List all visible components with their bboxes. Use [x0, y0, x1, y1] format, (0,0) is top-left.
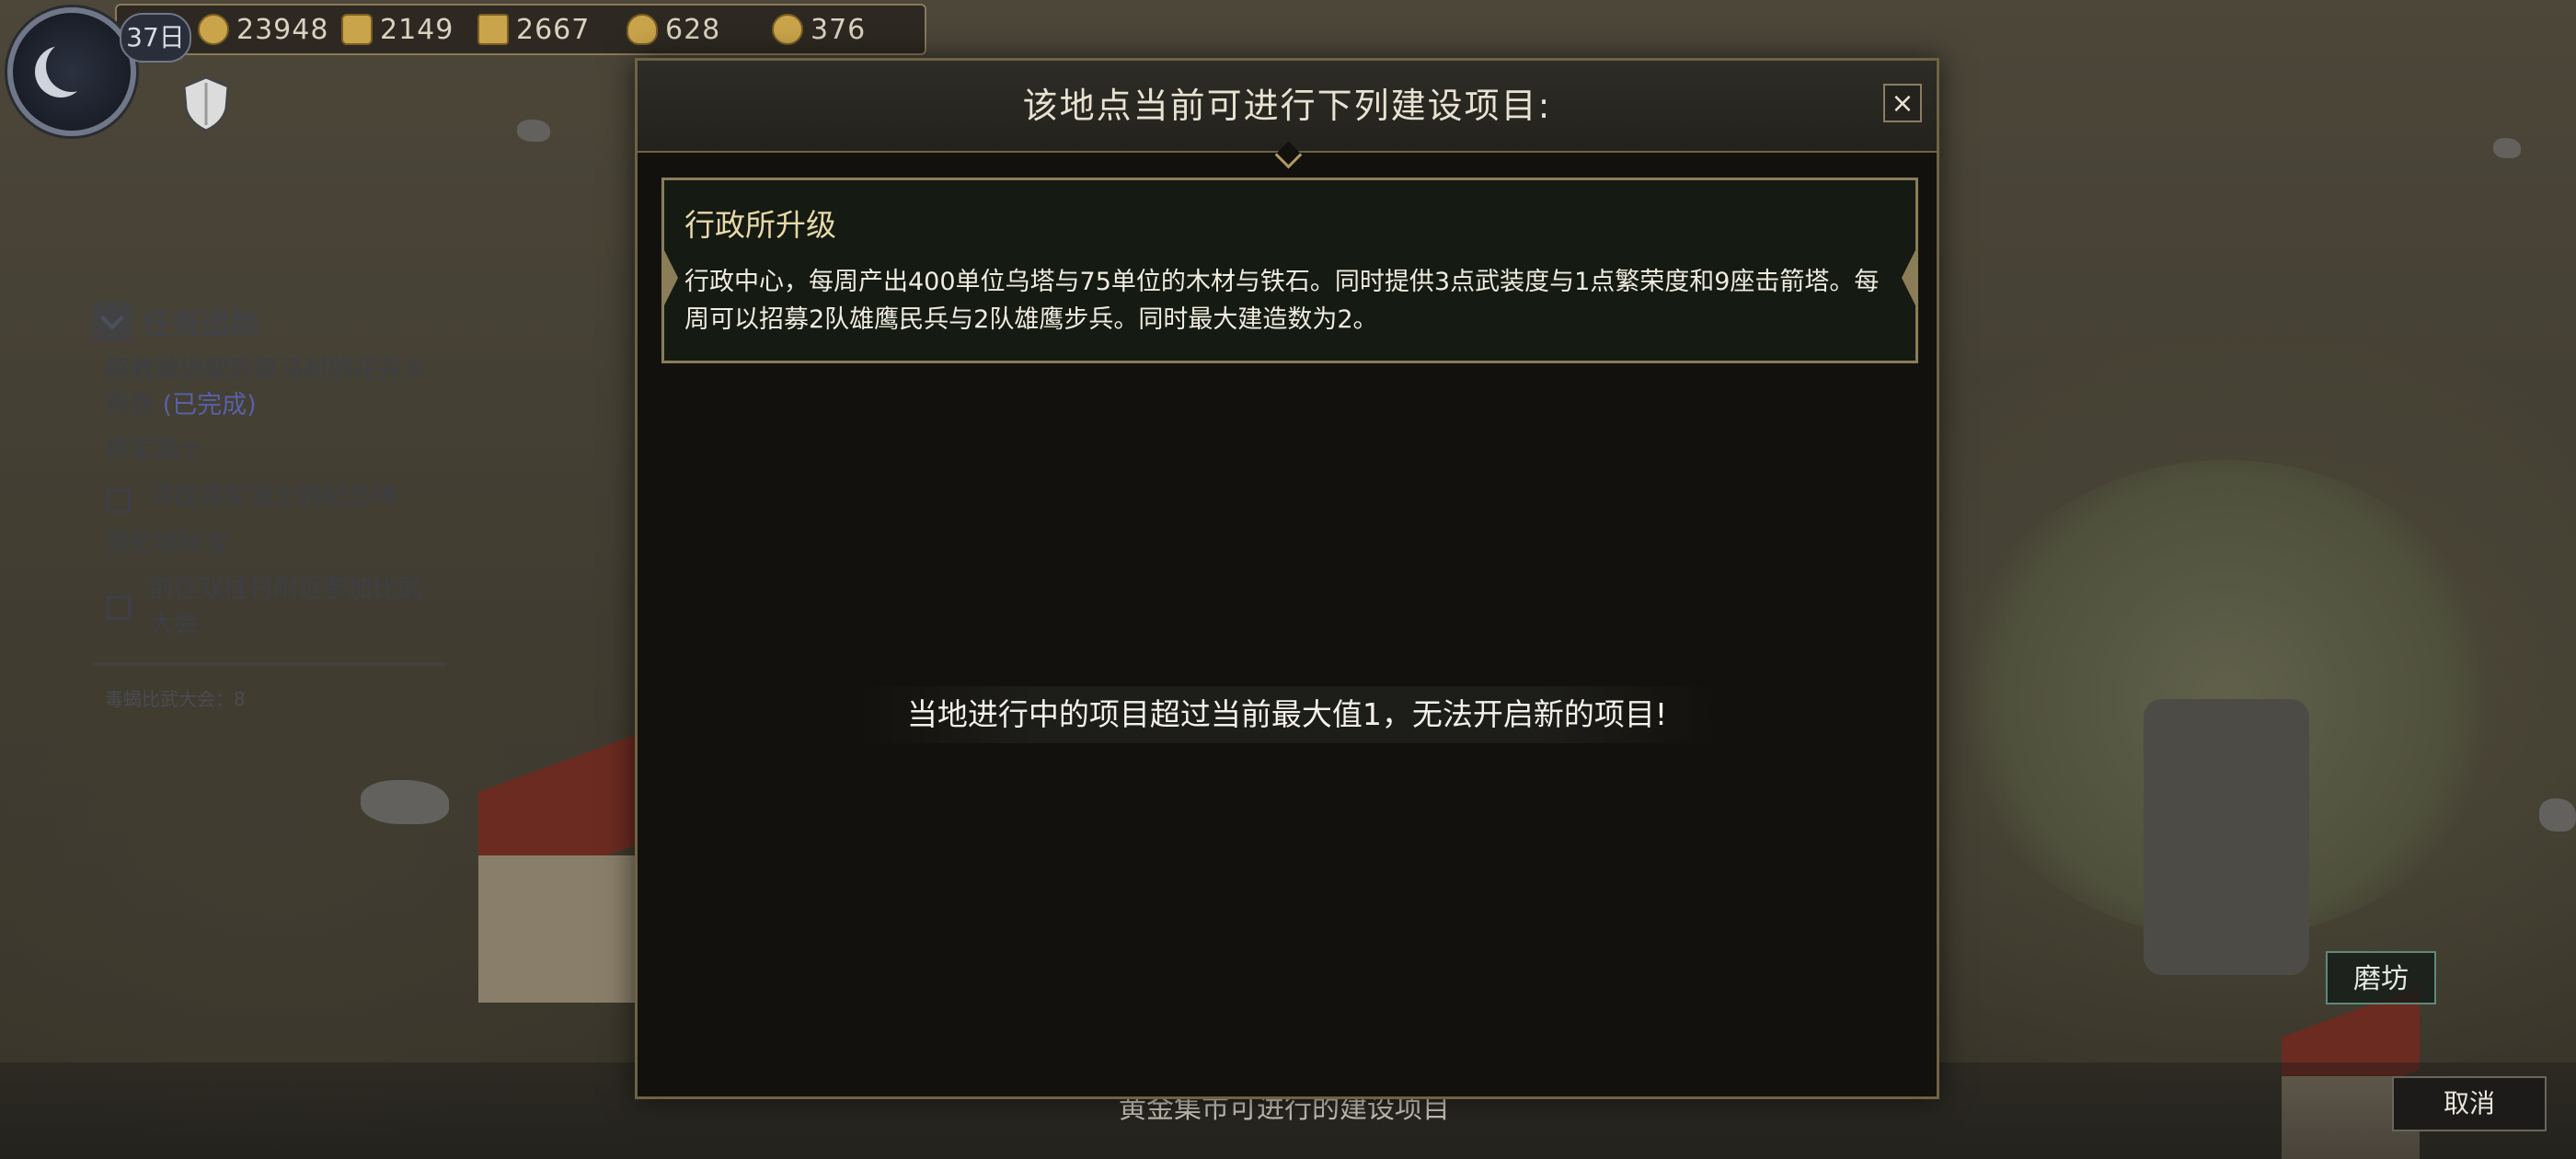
day-counter: 37日 — [120, 13, 191, 63]
card-edge-ornament — [1902, 245, 1918, 311]
grain-sack-icon — [627, 14, 658, 45]
project-card[interactable]: 行政所升级 行政中心，每周产出400单位乌塔与75单位的木材与铁石。同时提供3点… — [661, 178, 1918, 363]
quest-tracker-title: 任务追踪 — [142, 306, 260, 341]
objective-checkbox — [107, 596, 131, 620]
horn-icon — [772, 14, 803, 45]
warning-message: 当地进行中的项目超过当前最大值1，无法开启新的项目! — [906, 696, 1668, 732]
iron-ingot-icon — [477, 14, 509, 45]
quest-note: 毒蝎比武大会：8 — [105, 688, 246, 710]
dialog-title: 该地点当前可进行下列建设项目: — [1022, 86, 1552, 126]
shield-icon[interactable] — [180, 75, 232, 132]
resource-grain: 628 — [627, 12, 720, 47]
moon-icon — [46, 40, 98, 92]
construction-dialog: 该地点当前可进行下列建设项目: × 行政所升级 行政中心，每周产出400单位乌塔… — [635, 58, 1939, 1099]
resource-value: 628 — [665, 13, 721, 46]
resource-bar: 23948 2149 2667 628 376 — [115, 4, 926, 55]
day-night-clock[interactable] — [7, 7, 136, 136]
resource-horn: 376 — [772, 12, 866, 47]
quest-item[interactable]: 将军骑士 — [105, 434, 446, 469]
objective-text: 寻找将军骑士的纪念碑 — [149, 483, 397, 511]
close-button[interactable]: × — [1883, 84, 1922, 122]
quest-status: (已完成) — [162, 391, 257, 419]
resource-value: 376 — [811, 13, 867, 46]
divider — [92, 662, 446, 666]
quest-tracker-header[interactable]: 任务追踪 — [92, 296, 446, 348]
chevron-down-icon[interactable] — [92, 302, 132, 342]
project-name: 行政所升级 — [684, 207, 836, 243]
quest-objective[interactable]: 前往双柱村附近参加比武大会 — [107, 572, 446, 642]
resource-gold: 23948 — [198, 12, 328, 47]
objective-checkbox — [107, 489, 131, 513]
cancel-button[interactable]: 取消 — [2392, 1076, 2547, 1131]
quest-item[interactable]: 骆驼城秘宝 — [105, 526, 446, 561]
gold-coin-icon — [198, 14, 229, 45]
project-description: 行政中心，每周产出400单位乌塔与75单位的木材与铁石。同时提供3点武装度与1点… — [684, 268, 1880, 334]
objective-text: 前往双柱村附近参加比武大会 — [149, 575, 422, 638]
resource-iron: 2667 — [477, 12, 590, 47]
building-label-mill[interactable]: 磨坊 — [2326, 951, 2436, 1004]
card-edge-ornament — [661, 245, 678, 311]
resource-wood: 2149 — [341, 12, 454, 47]
dialog-header: 该地点当前可进行下列建设项目: × — [638, 61, 1937, 153]
resource-value: 2149 — [380, 13, 454, 46]
wood-log-icon — [341, 14, 373, 45]
resource-value: 2667 — [516, 13, 591, 46]
quest-name: 解救被绑架到驿马村的花卉乡贵族 — [105, 356, 428, 419]
quest-objective[interactable]: 寻找将军骑士的纪念碑 — [107, 480, 446, 515]
quest-item[interactable]: 解救被绑架到驿马村的花卉乡贵族 (已完成) — [105, 353, 446, 423]
resource-value: 23948 — [236, 13, 329, 46]
quest-tracker: 任务追踪 解救被绑架到驿马村的花卉乡贵族 (已完成) 将军骑士 寻找将军骑士的纪… — [92, 296, 446, 711]
